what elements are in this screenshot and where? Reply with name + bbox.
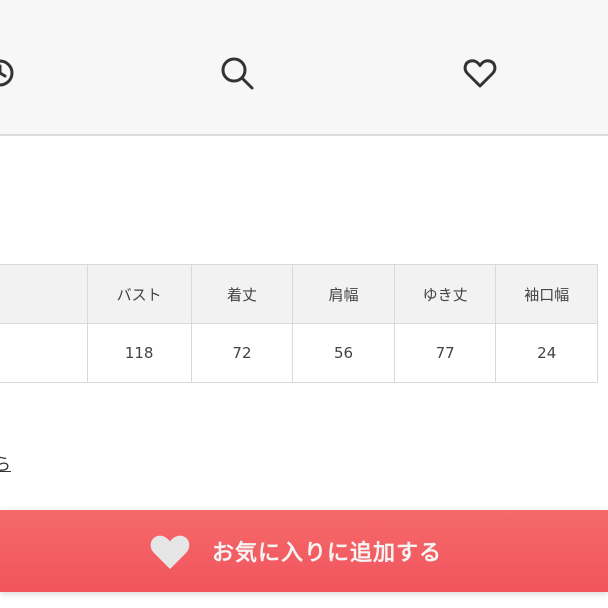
size-table-header-row: バスト 着丈 肩幅 ゆき丈 袖口幅 [0,264,598,324]
table-header-cell: ゆき丈 [393,264,497,324]
heart-icon[interactable] [462,55,498,91]
size-table: バスト 着丈 肩幅 ゆき丈 袖口幅 118 72 56 77 24 [0,264,598,383]
table-cell: 24 [495,323,598,383]
bottom-nav-bar [0,0,608,136]
table-header-cell: 肩幅 [292,264,395,324]
heart-icon [148,531,192,571]
page: バスト 着丈 肩幅 ゆき丈 袖口幅 118 72 56 77 24 ら お気に入… [0,0,608,608]
table-header-cell: 着丈 [190,264,294,324]
add-to-favorites-label: お気に入りに追加する [211,541,442,566]
table-row: 118 72 56 77 24 [0,323,598,383]
table-cell [0,323,88,383]
table-header-cell: バスト [86,264,192,324]
table-cell: 118 [86,323,192,383]
size-guide-link[interactable]: ら [0,450,11,475]
table-cell: 56 [292,323,395,383]
table-header-cell: 袖口幅 [495,264,598,324]
add-to-favorites-button[interactable]: お気に入りに追加する [0,510,608,592]
table-cell: 77 [393,323,497,383]
clock-icon[interactable] [0,55,18,91]
table-header-cell [0,264,88,324]
table-cell: 72 [190,323,294,383]
search-icon[interactable] [219,55,255,91]
